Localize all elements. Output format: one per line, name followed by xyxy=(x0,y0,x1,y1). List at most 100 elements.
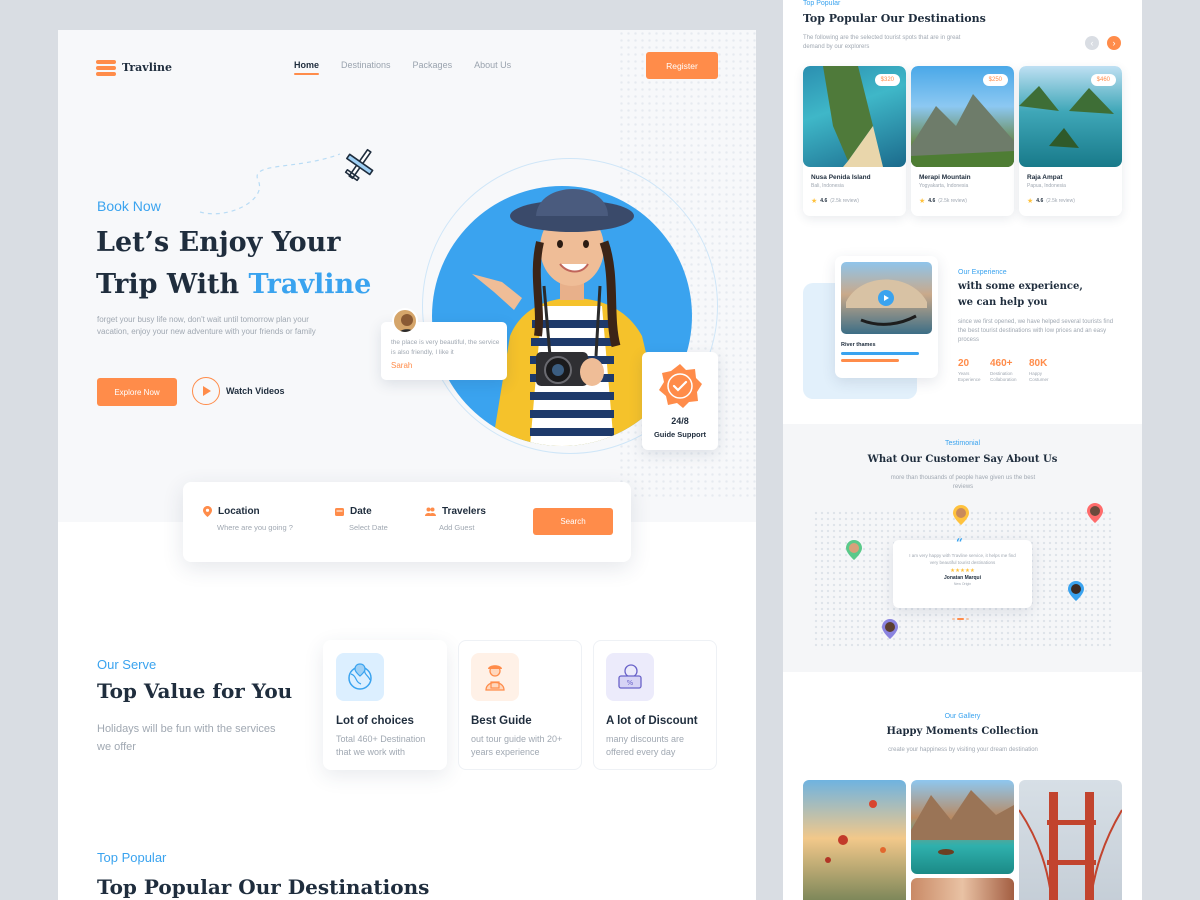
play-icon xyxy=(192,377,220,405)
map-pin-avatar-icon xyxy=(1068,581,1084,601)
gallery-photo-street[interactable] xyxy=(911,878,1014,900)
rating-value: 4.6 xyxy=(928,198,936,204)
carousel-dots[interactable] xyxy=(952,618,969,620)
search-panel: Location Where are you going ? Date Sele… xyxy=(183,482,631,562)
location-field[interactable]: Location Where are you going ? xyxy=(203,506,293,532)
map-pin-avatar-icon xyxy=(846,540,862,560)
review-count: (2.5k review) xyxy=(1046,198,1075,204)
destination-card[interactable]: $250 Merapi Mountain Yogyakarta, Indones… xyxy=(911,66,1014,216)
rating-value: 4.6 xyxy=(820,198,828,204)
service-card-discount[interactable]: % A lot of Discount many discounts are o… xyxy=(593,640,717,770)
verified-badge-icon xyxy=(659,364,702,408)
search-button[interactable]: Search xyxy=(533,508,613,535)
service-title: Lot of choices xyxy=(336,715,414,727)
service-description: Total 460+ Destination that we work with xyxy=(336,734,426,757)
destination-photo: $320 xyxy=(803,66,906,167)
travelers-label: Travelers xyxy=(442,506,486,517)
date-field[interactable]: Date Select Date xyxy=(335,506,388,532)
testimonial-card: “ I am very happy with Travline service,… xyxy=(893,536,1032,608)
popular-kicker: Top Popular xyxy=(803,0,841,7)
destination-rating: ★ 4.6 (2.5k review) xyxy=(919,197,1014,205)
destination-card[interactable]: $460 Raja Ampat Papua, Indonesia ★ 4.6 (2.… xyxy=(1019,66,1122,216)
stat-value: 20 xyxy=(958,358,970,369)
gallery-title: Happy Moments Collection xyxy=(886,726,1039,737)
progress-bar-blue xyxy=(841,352,919,355)
popular-description: The following are the selected tourist s… xyxy=(803,35,961,50)
brand-logo[interactable]: Travline xyxy=(96,58,172,76)
stat-value: 80K xyxy=(1029,358,1048,369)
progress-bar-orange xyxy=(841,359,899,362)
experience-video-card[interactable]: River thames xyxy=(835,256,938,378)
popular-title: Top Popular Our Destinations xyxy=(803,12,986,25)
destination-location: Bali, Indonesia xyxy=(811,183,844,189)
testimonial-title: What Our Customer Say About Us xyxy=(867,454,1058,465)
play-icon[interactable] xyxy=(878,290,894,306)
hero-title-line2: Trip With Travline xyxy=(96,264,396,306)
airplane-icon xyxy=(344,148,374,182)
venice-photo xyxy=(841,262,932,334)
hero-title-accent: Travline xyxy=(248,269,372,300)
calendar-icon xyxy=(335,508,344,516)
destination-name: Merapi Mountain xyxy=(919,174,971,181)
watch-videos-label: Watch Videos xyxy=(226,386,285,396)
nav-link-about-us[interactable]: About Us xyxy=(474,60,511,70)
navbar: Travline Home Destinations Packages Abou… xyxy=(96,52,718,84)
customer-role: New Origin xyxy=(953,582,972,586)
top-popular-title: Top Popular Our Destinations xyxy=(97,875,430,899)
users-icon xyxy=(425,507,436,516)
review-count: (2.5k review) xyxy=(830,198,859,204)
destination-rating: ★ 4.6 (2.5k review) xyxy=(811,197,906,205)
location-placeholder: Where are you going ? xyxy=(217,523,293,532)
support-number: 24/8 xyxy=(671,416,689,426)
quote-icon: “ xyxy=(956,536,963,550)
nav-link-destinations[interactable]: Destinations xyxy=(341,60,391,70)
service-description: out tour guide with 20+ years experience xyxy=(471,734,563,757)
map-pin-avatar-icon xyxy=(953,505,969,525)
destination-photo: $250 xyxy=(911,66,1014,167)
explore-now-button[interactable]: Explore Now xyxy=(97,378,177,406)
stat-destinations: 460+ Destination Collaboration xyxy=(990,358,1026,383)
rating-value: 4.6 xyxy=(1036,198,1044,204)
flight-path-decoration xyxy=(199,153,341,215)
gallery-photo-lake[interactable] xyxy=(911,780,1014,874)
guide-person-icon xyxy=(471,653,519,701)
gallery-photo-balloons[interactable] xyxy=(803,780,906,900)
watch-videos-button[interactable]: Watch Videos xyxy=(192,377,285,405)
next-arrow-button[interactable]: › xyxy=(1107,36,1121,50)
landing-page-main: Travline Home Destinations Packages Abou… xyxy=(58,30,756,900)
guide-support-card: 24/8 Guide Support xyxy=(642,352,718,450)
gallery-photo-bridge[interactable] xyxy=(1019,780,1122,900)
prev-arrow-button[interactable]: ‹ xyxy=(1085,36,1099,50)
stat-customers: 80K Happy Costumer xyxy=(1029,358,1059,383)
testimonial-quote: I am very happy with Travline service, i… xyxy=(909,553,1016,565)
map-pin-avatar-icon xyxy=(882,619,898,639)
map-pin-avatar-icon xyxy=(1087,503,1103,523)
star-icon: ★ xyxy=(811,198,818,205)
experience-card-name: River thames xyxy=(841,342,876,348)
stat-label: Years Experience xyxy=(958,371,981,382)
serve-title: Top Value for You xyxy=(97,679,293,703)
review-text: the place is very beautiful, the service… xyxy=(391,339,500,356)
nav-links: Home Destinations Packages About Us xyxy=(294,60,511,75)
service-card-guide[interactable]: Best Guide out tour guide with 20+ years… xyxy=(458,640,582,770)
hero-title-line1: Let’s Enjoy Your xyxy=(96,227,341,258)
brand-name: Travline xyxy=(122,60,173,74)
nav-link-packages[interactable]: Packages xyxy=(413,60,453,70)
register-button[interactable]: Register xyxy=(646,52,718,79)
destination-location: Papua, Indonesia xyxy=(1027,183,1066,189)
destination-location: Yogyakarta, Indonesia xyxy=(919,183,969,189)
review-card: the place is very beautiful, the service… xyxy=(381,308,507,380)
service-card-choices[interactable]: Lot of choices Total 460+ Destination th… xyxy=(323,640,447,770)
price-badge: $320 xyxy=(874,74,900,86)
hero-title-prefix: Trip With xyxy=(96,269,249,300)
review-count: (2.5k review) xyxy=(938,198,967,204)
experience-title-line1: with some experience, xyxy=(958,281,1083,292)
nav-link-home[interactable]: Home xyxy=(294,60,320,75)
service-description: many discounts are offered every day xyxy=(606,734,685,757)
serve-description: Holidays will be fun with the services w… xyxy=(97,723,276,753)
travelers-field[interactable]: Travelers Add Guest xyxy=(425,506,486,532)
destination-photo: $460 xyxy=(1019,66,1122,167)
experience-kicker: Our Experience xyxy=(958,269,1007,276)
destination-card[interactable]: $320 Nusa Penida Island Bali, Indonesia … xyxy=(803,66,906,216)
destination-rating: ★ 4.6 (2.5k review) xyxy=(1027,197,1122,205)
